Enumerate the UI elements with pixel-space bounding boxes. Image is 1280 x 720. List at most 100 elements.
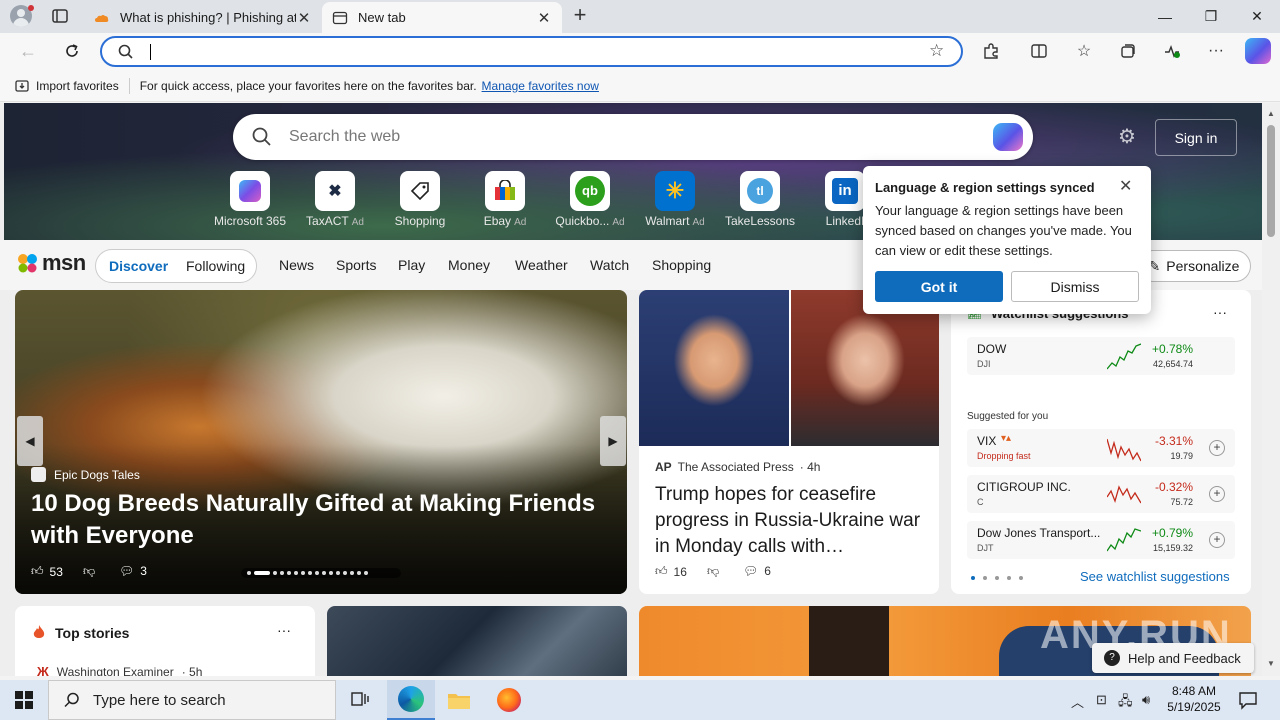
quick-link-ebay[interactable]: Ebay Ad xyxy=(465,171,545,228)
manage-favorites-link[interactable]: Manage favorites now xyxy=(482,79,599,93)
nav-shopping[interactable]: Shopping xyxy=(652,257,711,273)
page-scrollbar[interactable]: ▲ ▼ xyxy=(1262,103,1280,676)
hero-story-card[interactable]: ◀ ▶ Epic Dogs Tales 10 Dog Breeds Natura… xyxy=(15,290,627,594)
dislike-button[interactable]: 👎︎ xyxy=(83,564,95,579)
nav-news[interactable]: News xyxy=(279,257,314,273)
comments-button[interactable]: 💬︎ 3 xyxy=(119,564,147,578)
publisher-logo: AP xyxy=(655,460,672,474)
task-view-icon[interactable] xyxy=(336,680,384,720)
copilot-icon[interactable] xyxy=(1245,38,1271,64)
quick-link-microsoft-365[interactable]: Microsoft 365 xyxy=(210,171,290,228)
volume-icon[interactable]: 🔊︎ xyxy=(1142,692,1150,708)
stock-symbol: C xyxy=(977,497,984,507)
taskbar-search-box[interactable]: Type here to search xyxy=(48,680,336,720)
publisher-name: Epic Dogs Tales xyxy=(54,467,140,482)
stock-row-dow[interactable]: DOW DJI +0.78% 42,654.74 xyxy=(967,337,1235,375)
tab-actions-icon[interactable] xyxy=(50,6,70,26)
feedback-icon: ? xyxy=(1104,650,1120,666)
quick-link-taxact[interactable]: ✖ TaxACT Ad xyxy=(295,171,375,228)
help-feedback-button[interactable]: ? Help and Feedback xyxy=(1092,643,1254,673)
nav-weather[interactable]: Weather xyxy=(515,257,568,273)
like-button[interactable]: 👍︎ 16 xyxy=(655,564,687,579)
windows-start-icon[interactable] xyxy=(0,680,48,720)
popup-body: Your language & region settings have bee… xyxy=(875,203,1132,258)
nav-play[interactable]: Play xyxy=(398,257,425,273)
quick-link-shopping[interactable]: Shopping xyxy=(380,171,460,228)
minimize-icon[interactable]: — xyxy=(1142,0,1188,33)
collections-icon[interactable] xyxy=(1116,39,1140,63)
more-options-icon[interactable]: ··· xyxy=(1213,304,1227,320)
add-to-watchlist-icon[interactable]: + xyxy=(1209,486,1225,502)
carousel-prev-icon[interactable]: ◀ xyxy=(17,416,43,466)
more-options-icon[interactable]: ··· xyxy=(277,622,291,638)
scroll-up-icon[interactable]: ▲ xyxy=(1267,109,1275,118)
comment-count: 3 xyxy=(140,564,147,578)
page-settings-gear-icon[interactable]: ⚙ xyxy=(1116,126,1138,148)
tab-discover[interactable]: Discover xyxy=(109,258,168,274)
tab-close-icon[interactable]: ✕ xyxy=(536,9,552,27)
dislike-button[interactable]: 👎︎ xyxy=(707,564,719,579)
story-source[interactable]: Ж Washington Examiner · 5h xyxy=(37,664,202,676)
split-screen-icon[interactable] xyxy=(1027,39,1051,63)
thumbs-down-icon: 👎︎ xyxy=(707,564,720,578)
file-explorer-icon[interactable] xyxy=(435,680,483,720)
tab-phishing[interactable]: What is phishing? | Phishing atta ✕ xyxy=(84,2,322,33)
favorite-star-icon[interactable]: ☆ xyxy=(929,41,944,61)
system-clock[interactable]: 8:48 AM 5/19/2025 xyxy=(1166,683,1222,715)
msn-logo[interactable]: msn xyxy=(16,250,86,276)
stock-row-citigroup[interactable]: CITIGROUP INC. C -0.32% 75.72 + xyxy=(967,475,1235,513)
thumbs-down-icon: 👎︎ xyxy=(83,564,96,578)
story-image-card[interactable] xyxy=(327,606,627,676)
extensions-icon[interactable] xyxy=(979,39,1003,63)
tab-following[interactable]: Following xyxy=(186,258,245,274)
tab-new-tab[interactable]: New tab ✕ xyxy=(322,2,562,33)
see-watchlist-link[interactable]: See watchlist suggestions xyxy=(1080,569,1230,584)
more-options-icon[interactable]: ··· xyxy=(1204,39,1228,63)
story-headline[interactable]: Trump hopes for ceasefire progress in Ru… xyxy=(655,482,925,560)
tray-app-icon[interactable]: ⊡ xyxy=(1096,692,1107,708)
got-it-button[interactable]: Got it xyxy=(875,271,1003,302)
performance-icon[interactable] xyxy=(1160,39,1184,63)
notifications-icon[interactable] xyxy=(1238,690,1258,710)
taskbar: Type here to search ︿ ⊡ 🖧︎ 🔊︎ 8:48 AM 5/… xyxy=(0,680,1280,720)
quick-link-quickbooks[interactable]: qb Quickbo... Ad xyxy=(550,171,630,228)
stock-row-djt[interactable]: Dow Jones Transport... DJT +0.79% 15,159… xyxy=(967,521,1235,559)
copilot-search-icon[interactable] xyxy=(993,123,1023,151)
close-window-icon[interactable]: ✕ xyxy=(1234,0,1280,33)
nav-watch[interactable]: Watch xyxy=(590,257,629,273)
address-bar[interactable]: ☆ xyxy=(100,36,963,67)
watchlist-pager-dots xyxy=(971,576,1023,580)
like-button[interactable]: 👍︎ 53 xyxy=(31,564,63,579)
scroll-down-icon[interactable]: ▼ xyxy=(1267,659,1275,668)
quick-link-walmart[interactable]: ✳ Walmart Ad xyxy=(635,171,715,228)
popup-close-icon[interactable]: ✕ xyxy=(1119,176,1132,196)
news-story-card[interactable]: AP The Associated Press · 4h Trump hopes… xyxy=(639,290,939,594)
carousel-next-icon[interactable]: ▶ xyxy=(600,416,626,466)
tray-overflow-icon[interactable]: ︿ xyxy=(1071,692,1084,711)
refresh-icon[interactable] xyxy=(59,38,85,64)
new-tab-plus-icon[interactable]: + xyxy=(568,4,592,28)
sign-in-button[interactable]: Sign in xyxy=(1155,119,1237,156)
story-image-left xyxy=(639,290,789,446)
nav-money[interactable]: Money xyxy=(448,257,490,273)
title-bar: What is phishing? | Phishing atta ✕ New … xyxy=(0,0,1280,33)
tab-close-icon[interactable]: ✕ xyxy=(296,9,312,27)
add-to-watchlist-icon[interactable]: + xyxy=(1209,532,1225,548)
restore-icon[interactable]: ❐ xyxy=(1188,0,1234,33)
web-search-box[interactable]: Search the web xyxy=(233,114,1033,160)
back-arrow-icon[interactable]: ← xyxy=(15,38,41,64)
stock-row-vix[interactable]: VIX ▾▴ Dropping fast -3.31% 19.79 + xyxy=(967,429,1235,467)
favorites-icon[interactable]: ☆ xyxy=(1072,39,1096,63)
personalize-button[interactable]: ✎ Personalize xyxy=(1137,250,1251,282)
nav-sports[interactable]: Sports xyxy=(336,257,376,273)
quick-link-takelessons[interactable]: tl TakeLessons xyxy=(720,171,800,228)
add-to-watchlist-icon[interactable]: + xyxy=(1209,440,1225,456)
import-favorites-button[interactable]: Import favorites xyxy=(14,78,119,94)
comments-button[interactable]: 💬︎ 6 xyxy=(743,564,771,578)
dismiss-button[interactable]: Dismiss xyxy=(1011,271,1139,302)
firefox-icon[interactable] xyxy=(485,680,533,720)
scrollbar-thumb[interactable] xyxy=(1267,125,1275,237)
network-icon[interactable]: 🖧︎ xyxy=(1118,692,1133,714)
story-headline[interactable]: 10 Dog Breeds Naturally Gifted at Making… xyxy=(31,488,611,552)
edge-taskbar-icon[interactable] xyxy=(387,680,435,720)
